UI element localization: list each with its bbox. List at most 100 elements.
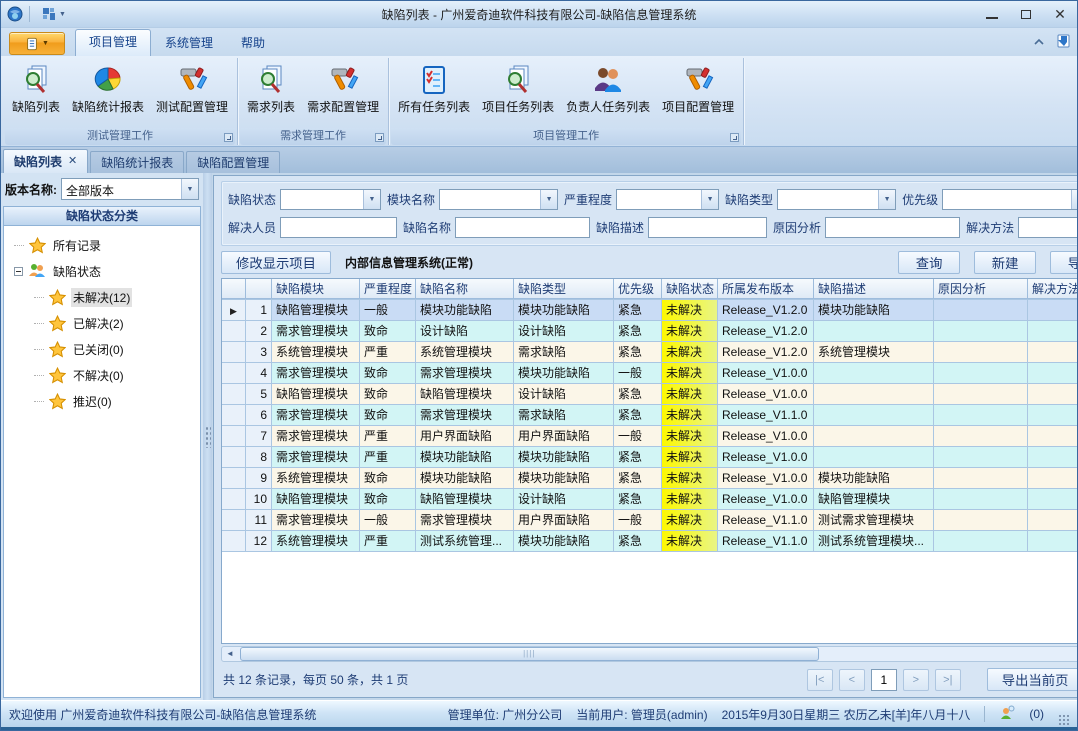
table-row[interactable]: 8需求管理模块严重模块功能缺陷模块功能缺陷紧急未解决Release_V1.0.0 bbox=[222, 447, 1077, 468]
quick-access-caret-icon[interactable]: ▼ bbox=[59, 11, 66, 18]
scroll-left-icon[interactable]: ◄ bbox=[222, 647, 238, 661]
tree-item-3[interactable]: 未解决(12) bbox=[6, 284, 198, 310]
modify-columns-button[interactable]: 修改显示项目 bbox=[221, 251, 331, 274]
chevron-down-icon[interactable]: ▼ bbox=[181, 179, 198, 199]
ribbon-button[interactable]: 测试配置管理 bbox=[151, 61, 233, 117]
filter-combobox[interactable]: ▼ bbox=[616, 189, 719, 210]
page-number-input[interactable] bbox=[871, 669, 897, 691]
chevron-down-icon[interactable]: ▼ bbox=[363, 190, 380, 209]
application-menu-button[interactable]: ▼ bbox=[9, 32, 65, 55]
ribbon-button[interactable]: 所有任务列表 bbox=[393, 61, 475, 117]
ribbon-tab-2[interactable]: 系统管理 bbox=[151, 30, 227, 56]
column-header-9[interactable]: 原因分析 bbox=[934, 279, 1028, 299]
filter-combobox[interactable]: ▼ bbox=[942, 189, 1077, 210]
table-row[interactable]: ▶1缺陷管理模块一般模块功能缺陷模块功能缺陷紧急未解决Release_V1.2.… bbox=[222, 300, 1077, 321]
filter-combo-input[interactable] bbox=[617, 190, 701, 209]
close-tab-icon[interactable]: ✕ bbox=[68, 156, 77, 167]
column-header-5[interactable]: 优先级 bbox=[614, 279, 662, 299]
table-cell: 紧急 bbox=[614, 321, 662, 341]
document-tab-2[interactable]: 缺陷统计报表 bbox=[90, 151, 184, 173]
filter-combobox[interactable]: ▼ bbox=[439, 189, 558, 210]
document-tab-3[interactable]: 缺陷配置管理 bbox=[186, 151, 280, 173]
column-header-6[interactable]: 缺陷状态 bbox=[662, 279, 718, 299]
filter-combo-input[interactable] bbox=[440, 190, 540, 209]
prev-page-button[interactable]: < bbox=[839, 669, 865, 691]
collapse-ribbon-icon[interactable] bbox=[1033, 36, 1045, 50]
scrollbar-thumb[interactable]: |||| bbox=[240, 647, 819, 661]
ribbon-button[interactable]: 项目配置管理 bbox=[657, 61, 739, 117]
table-row[interactable]: 3系统管理模块严重系统管理模块需求缺陷紧急未解决Release_V1.2.0系统… bbox=[222, 342, 1077, 363]
tree-item-1[interactable]: 所有记录 bbox=[6, 232, 198, 258]
filter-text-input[interactable] bbox=[455, 217, 590, 238]
column-header-1[interactable]: 缺陷模块 bbox=[272, 279, 360, 299]
ribbon-button[interactable]: 负责人任务列表 bbox=[561, 61, 655, 117]
filter-combobox[interactable]: ▼ bbox=[280, 189, 381, 210]
dialog-launcher-icon[interactable] bbox=[730, 133, 739, 142]
column-header-4[interactable]: 缺陷类型 bbox=[514, 279, 614, 299]
tree-item-7[interactable]: 推迟(0) bbox=[6, 388, 198, 414]
table-row[interactable]: 5缺陷管理模块致命缺陷管理模块设计缺陷紧急未解决Release_V1.0.0 bbox=[222, 384, 1077, 405]
column-header-3[interactable]: 缺陷名称 bbox=[416, 279, 514, 299]
chevron-down-icon[interactable]: ▼ bbox=[878, 190, 895, 209]
filter-combo-input[interactable] bbox=[778, 190, 878, 209]
table-cell: 紧急 bbox=[614, 405, 662, 425]
tree-item-2[interactable]: 缺陷状态 bbox=[6, 258, 198, 284]
chevron-down-icon[interactable]: ▼ bbox=[1071, 190, 1077, 209]
tree-item-label: 已解决(2) bbox=[71, 314, 126, 333]
panel-splitter[interactable] bbox=[203, 173, 212, 700]
tree-item-5[interactable]: 已关闭(0) bbox=[6, 336, 198, 362]
export-current-page-button[interactable]: 导出当前页 bbox=[987, 668, 1077, 691]
help-icon[interactable] bbox=[1055, 33, 1071, 52]
ribbon-button[interactable]: 需求列表 bbox=[242, 61, 300, 117]
horizontal-scrollbar[interactable]: ◄ |||| ► bbox=[221, 646, 1077, 662]
column-header-2[interactable]: 严重程度 bbox=[360, 279, 416, 299]
column-header-10[interactable]: 解决方法 bbox=[1028, 279, 1077, 299]
import-button[interactable]: 导入 bbox=[1050, 251, 1077, 274]
message-user-icon[interactable] bbox=[999, 705, 1015, 724]
table-row[interactable]: 6需求管理模块致命需求管理模块需求缺陷紧急未解决Release_V1.1.0 bbox=[222, 405, 1077, 426]
filter-text-input[interactable] bbox=[648, 217, 767, 238]
ribbon-button[interactable]: 缺陷统计报表 bbox=[67, 61, 149, 117]
filter-text-input[interactable] bbox=[280, 217, 397, 238]
table-row[interactable]: 11需求管理模块一般需求管理模块用户界面缺陷一般未解决Release_V1.1.… bbox=[222, 510, 1077, 531]
tree-item-4[interactable]: 已解决(2) bbox=[6, 310, 198, 336]
filter-combo-input[interactable] bbox=[281, 190, 363, 209]
chevron-down-icon[interactable]: ▼ bbox=[701, 190, 718, 209]
ribbon-button[interactable]: 项目任务列表 bbox=[477, 61, 559, 117]
table-row[interactable]: 2需求管理模块致命设计缺陷设计缺陷紧急未解决Release_V1.2.0 bbox=[222, 321, 1077, 342]
column-header-8[interactable]: 缺陷描述 bbox=[814, 279, 934, 299]
filter-combobox[interactable]: ▼ bbox=[777, 189, 896, 210]
column-header-7[interactable]: 所属发布版本 bbox=[718, 279, 814, 299]
scrollbar-track[interactable]: |||| bbox=[238, 647, 1077, 661]
query-button[interactable]: 查询 bbox=[898, 251, 960, 274]
close-button[interactable]: ✕ bbox=[1043, 3, 1077, 25]
row-indicator bbox=[222, 342, 246, 362]
last-page-button[interactable]: >| bbox=[935, 669, 961, 691]
ribbon-tab-1[interactable]: 项目管理 bbox=[75, 29, 151, 56]
filter-combo-input[interactable] bbox=[943, 190, 1071, 209]
ribbon-button[interactable]: 需求配置管理 bbox=[302, 61, 384, 117]
collapse-icon[interactable] bbox=[14, 267, 23, 276]
next-page-button[interactable]: > bbox=[903, 669, 929, 691]
ribbon-button[interactable]: 缺陷列表 bbox=[7, 61, 65, 117]
table-row[interactable]: 9系统管理模块致命模块功能缺陷模块功能缺陷紧急未解决Release_V1.0.0… bbox=[222, 468, 1077, 489]
dialog-launcher-icon[interactable] bbox=[375, 133, 384, 142]
ribbon-tab-3[interactable]: 帮助 bbox=[227, 30, 279, 56]
table-row[interactable]: 12系统管理模块严重测试系统管理...模块功能缺陷紧急未解决Release_V1… bbox=[222, 531, 1077, 552]
minimize-button[interactable] bbox=[975, 3, 1009, 25]
table-row[interactable]: 7需求管理模块严重用户界面缺陷用户界面缺陷一般未解决Release_V1.0.0 bbox=[222, 426, 1077, 447]
filter-text-input[interactable] bbox=[1018, 217, 1077, 238]
version-combobox[interactable]: 全部版本 ▼ bbox=[61, 178, 199, 200]
document-tab-1[interactable]: 缺陷列表✕ bbox=[3, 149, 88, 173]
first-page-button[interactable]: |< bbox=[807, 669, 833, 691]
chevron-down-icon[interactable]: ▼ bbox=[540, 190, 557, 209]
maximize-button[interactable] bbox=[1009, 3, 1043, 25]
table-cell: Release_V1.2.0 bbox=[718, 342, 814, 362]
filter-text-input[interactable] bbox=[825, 217, 960, 238]
table-row[interactable]: 4需求管理模块致命需求管理模块模块功能缺陷一般未解决Release_V1.0.0 bbox=[222, 363, 1077, 384]
new-button[interactable]: 新建 bbox=[974, 251, 1036, 274]
dialog-launcher-icon[interactable] bbox=[224, 133, 233, 142]
tree-item-6[interactable]: 不解决(0) bbox=[6, 362, 198, 388]
quick-access-icon[interactable] bbox=[42, 7, 56, 21]
table-row[interactable]: 10缺陷管理模块致命缺陷管理模块设计缺陷紧急未解决Release_V1.0.0缺… bbox=[222, 489, 1077, 510]
